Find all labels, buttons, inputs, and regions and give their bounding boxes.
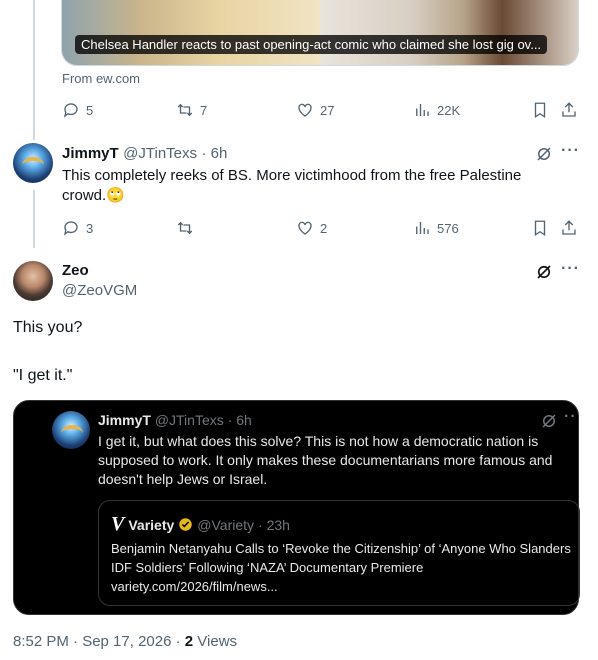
repost-icon bbox=[177, 221, 193, 235]
card-source[interactable]: From ew.com bbox=[62, 71, 140, 86]
thread-line-top bbox=[33, 0, 35, 140]
reply1-name[interactable]: JimmyT bbox=[62, 145, 119, 162]
quote-time: · 6h bbox=[227, 412, 252, 428]
like-icon bbox=[298, 103, 312, 117]
like-count: 2 bbox=[320, 220, 328, 236]
inner-text: Benjamin Netanyahu Calls to ‘Revoke the … bbox=[111, 541, 571, 575]
verified-icon bbox=[179, 518, 193, 531]
thread-line-reply bbox=[33, 190, 35, 248]
grok-icon[interactable] bbox=[535, 145, 553, 163]
reply-count: 5 bbox=[86, 102, 94, 118]
views-count: 576 bbox=[437, 220, 459, 236]
like-button[interactable]: 27 bbox=[296, 101, 334, 119]
quote-handle: @JTinTexs bbox=[154, 412, 224, 428]
more-icon[interactable]: ··· bbox=[561, 142, 580, 160]
main-text-line2: "I get it." bbox=[13, 367, 73, 384]
timestamp[interactable]: 8:52 PM · Sep 17, 2026 · bbox=[13, 633, 185, 650]
inner-link[interactable]: variety.com/2026/film/news... bbox=[111, 577, 278, 596]
quote-text: I get it, but what does this solve? This… bbox=[98, 433, 553, 487]
inner-quoted-tweet[interactable]: V Variety @Variety · 23h Benjamin Netany… bbox=[98, 500, 580, 606]
bookmark-icon bbox=[534, 102, 546, 119]
card-image-right bbox=[320, 0, 578, 65]
variety-logo: V bbox=[111, 513, 125, 535]
bookmark-icon bbox=[534, 220, 546, 237]
views-icon bbox=[416, 104, 429, 116]
quote-header: JimmyT @JTinTexs · 6h bbox=[98, 412, 252, 428]
views-number: 2 bbox=[184, 633, 194, 650]
views-button[interactable]: 22K bbox=[413, 101, 460, 119]
repost-icon bbox=[177, 103, 193, 117]
repost-count: 7 bbox=[200, 102, 208, 118]
top-tweet-actions: 5 7 27 22K bbox=[62, 101, 582, 121]
reply-count: 3 bbox=[86, 220, 94, 236]
share-button[interactable] bbox=[560, 219, 578, 237]
reply-icon bbox=[63, 103, 78, 118]
more-icon: ·· bbox=[564, 408, 577, 425]
link-card[interactable]: Chelsea Handler reacts to past opening-a… bbox=[61, 0, 579, 66]
quoted-tweet[interactable]: JimmyT @JTinTexs · 6h ·· I get it, but w… bbox=[13, 400, 580, 615]
share-icon bbox=[562, 102, 576, 117]
reply1-time[interactable]: · 6h bbox=[201, 145, 227, 162]
reply-icon bbox=[63, 221, 78, 236]
views-label: Views bbox=[197, 633, 238, 650]
like-button[interactable]: 2 bbox=[296, 219, 327, 237]
inner-name: Variety bbox=[128, 516, 175, 533]
repost-button[interactable] bbox=[176, 219, 200, 237]
share-button[interactable] bbox=[560, 101, 578, 119]
reply1-handle[interactable]: @JTinTexs bbox=[123, 145, 197, 162]
main-text-line1: This you? bbox=[13, 319, 83, 336]
card-image-left bbox=[62, 0, 320, 65]
inner-handle: @Variety bbox=[197, 516, 255, 533]
bookmark-button[interactable] bbox=[531, 101, 549, 119]
repost-button[interactable]: 7 bbox=[176, 101, 207, 119]
like-count: 27 bbox=[320, 102, 335, 118]
card-caption: Chelsea Handler reacts to past opening-a… bbox=[75, 35, 548, 54]
tweet-footer: 8:52 PM · Sep 17, 2026 · 2 Views bbox=[13, 633, 237, 650]
main-handle[interactable]: @ZeoVGM bbox=[62, 282, 137, 299]
quote-avatar bbox=[52, 411, 90, 449]
views-button[interactable]: 576 bbox=[413, 219, 459, 237]
share-icon bbox=[562, 220, 576, 235]
views-icon bbox=[416, 222, 429, 234]
reply-button[interactable]: 3 bbox=[62, 219, 93, 237]
reply1-text: This completely reeks of BS. More victim… bbox=[62, 167, 522, 204]
like-icon bbox=[298, 221, 312, 235]
views-count: 22K bbox=[437, 102, 461, 118]
inner-time: · 23h bbox=[258, 516, 290, 533]
grok-icon[interactable] bbox=[535, 263, 553, 281]
reply1-actions: 3 2 576 bbox=[62, 219, 582, 239]
grok-icon bbox=[542, 414, 556, 428]
inner-header: V Variety @Variety · 23h bbox=[111, 513, 290, 536]
avatar-zeo[interactable] bbox=[13, 261, 53, 301]
reply-button[interactable]: 5 bbox=[62, 101, 93, 119]
quote-name: JimmyT bbox=[98, 412, 151, 428]
avatar-jimmyt[interactable] bbox=[13, 143, 53, 183]
main-name[interactable]: Zeo bbox=[62, 262, 89, 279]
reply1-header: JimmyT @JTinTexs · 6h bbox=[62, 145, 227, 163]
bookmark-button[interactable] bbox=[531, 219, 549, 237]
more-icon[interactable]: ··· bbox=[561, 260, 580, 278]
